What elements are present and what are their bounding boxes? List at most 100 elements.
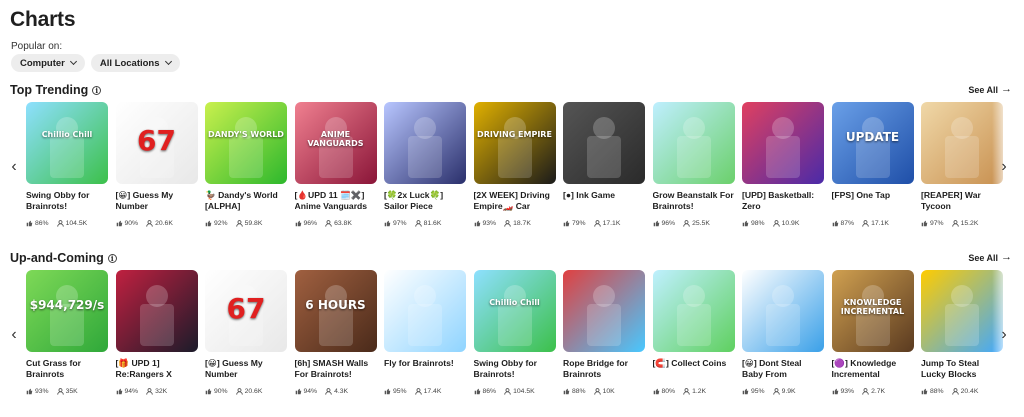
- game-card[interactable]: [🎁 UPD 1] Re:Rangers X 94% 32K: [115, 270, 198, 395]
- game-thumbnail[interactable]: Chillio Chill: [473, 270, 556, 352]
- game-title[interactable]: [🧲] Collect Coins: [653, 358, 735, 380]
- game-thumbnail[interactable]: [384, 102, 466, 184]
- game-thumbnail[interactable]: [652, 270, 735, 352]
- see-all-label: See All: [968, 84, 998, 95]
- info-icon[interactable]: i: [107, 253, 117, 263]
- game-title[interactable]: [🟣] Knowledge Incremental: [832, 358, 914, 380]
- player-count: 104.5K: [65, 220, 88, 227]
- game-card[interactable]: [UPD] Basketball: Zero 98% 10.9K: [742, 102, 824, 227]
- game-thumbnail[interactable]: 67: [205, 270, 287, 352]
- player-count: 17.4K: [423, 388, 442, 395]
- carousel-prev-button[interactable]: ‹: [6, 102, 22, 232]
- game-thumbnail[interactable]: DANDY'S WORLD: [205, 102, 287, 184]
- game-title[interactable]: Fly for Brainrots!: [384, 358, 466, 380]
- game-title[interactable]: Cut Grass for Brainrots: [26, 358, 108, 380]
- game-thumbnail[interactable]: $944,729/s: [26, 270, 108, 352]
- players-stat: 20.6K: [146, 220, 173, 227]
- thumbnail-art-text: 67: [226, 292, 266, 325]
- game-thumbnail[interactable]: [921, 270, 1003, 352]
- game-card[interactable]: $944,729/s Cut Grass for Brainrots 93% 35K: [26, 270, 108, 395]
- thumbs-up-icon: [474, 388, 480, 395]
- game-thumbnail[interactable]: [563, 102, 645, 184]
- carousel-next-button[interactable]: ›: [996, 270, 1012, 400]
- game-stats: 98% 10.9K: [742, 220, 824, 227]
- game-card[interactable]: [REAPER] War Tycoon 97% 15.2K: [921, 102, 1003, 227]
- person-icon: [325, 220, 332, 227]
- game-title[interactable]: Rope Bridge for Brainrots: [563, 358, 645, 380]
- game-stats: 93% 18.7K: [474, 220, 556, 227]
- game-title[interactable]: [●] Ink Game: [563, 190, 645, 212]
- carousel-next-button[interactable]: ›: [996, 102, 1012, 232]
- game-title[interactable]: [FPS] One Tap: [832, 190, 914, 212]
- game-stats: 87% 17.1K: [832, 220, 914, 227]
- game-title[interactable]: [🩸UPD 11 🗓️✖️] Anime Vanguards: [295, 190, 377, 212]
- player-count: 18.7K: [513, 220, 531, 227]
- game-thumbnail[interactable]: UPDATE: [831, 102, 914, 184]
- game-card[interactable]: Fly for Brainrots! 95% 17.4K: [384, 270, 466, 395]
- game-title[interactable]: [😀] Guess My Number: [205, 358, 287, 380]
- game-thumbnail[interactable]: Chillio Chill: [26, 102, 108, 184]
- game-card[interactable]: [😀] Dont Steal Baby From 95% 9.9K: [742, 270, 824, 395]
- game-card[interactable]: DANDY'S WORLD 🦆 Dandy's World [ALPHA] 92% 5…: [205, 102, 287, 227]
- game-card[interactable]: 67 [😀] Guess My Number 90% 20.6K: [205, 270, 287, 395]
- game-thumbnail[interactable]: 6 HOURS: [294, 270, 377, 352]
- thumbnail-art-text: Chillio Chill: [41, 130, 93, 139]
- game-thumbnail[interactable]: DRIVING EMPIRE: [473, 102, 556, 184]
- game-thumbnail[interactable]: [921, 102, 1003, 184]
- game-card[interactable]: KNOWLEDGE INCREMENTAL [🟣] Knowledge Incre…: [831, 270, 914, 395]
- game-thumbnail[interactable]: [652, 102, 735, 184]
- game-title[interactable]: [6h] SMASH Walls For Brainrots!: [295, 358, 377, 380]
- game-thumbnail[interactable]: 67: [115, 102, 198, 184]
- game-title[interactable]: [😀] Dont Steal Baby From: [742, 358, 824, 380]
- section-header: Top Trending i: [10, 83, 102, 97]
- game-card[interactable]: [●] Ink Game 79% 17.1K: [563, 102, 645, 227]
- game-thumbnail[interactable]: [742, 102, 824, 184]
- game-thumbnail[interactable]: [742, 270, 824, 352]
- game-card[interactable]: UPDATE [FPS] One Tap 87% 17.1K: [831, 102, 914, 227]
- game-card[interactable]: [🧲] Collect Coins 80% 1.2K: [652, 270, 735, 395]
- players-stat: 10.9K: [772, 220, 799, 227]
- game-title[interactable]: Jump To Steal Lucky Blocks: [921, 358, 1003, 380]
- game-title[interactable]: 🦆 Dandy's World [ALPHA]: [205, 190, 287, 212]
- thumbs-up-icon: [474, 220, 480, 227]
- game-title[interactable]: [2X WEEK] Driving Empire🏎️ Car: [474, 190, 556, 212]
- game-title[interactable]: Grow Beanstalk For Brainrots!: [653, 190, 735, 212]
- game-card[interactable]: Chillio Chill Swing Obby for Brainrots! 86…: [473, 270, 556, 395]
- person-icon: [683, 388, 690, 395]
- location-filter-dropdown[interactable]: All Locations: [90, 54, 180, 72]
- game-card[interactable]: 6 HOURS [6h] SMASH Walls For Brainrots! 94…: [294, 270, 377, 395]
- game-card[interactable]: DRIVING EMPIRE [2X WEEK] Driving Empire🏎️…: [473, 102, 556, 227]
- see-all-link[interactable]: See All →: [968, 84, 1012, 95]
- game-thumbnail[interactable]: [384, 270, 466, 352]
- thumbs-up-icon: [653, 388, 659, 395]
- game-card[interactable]: 67 [😀] Guess My Number 90% 20.6K: [115, 102, 198, 227]
- game-title[interactable]: Swing Obby for Brainrots!: [474, 358, 556, 380]
- game-card[interactable]: Chillio Chill Swing Obby for Brainrots! 86…: [26, 102, 108, 227]
- game-card[interactable]: Rope Bridge for Brainrots 88% 10K: [563, 270, 645, 395]
- game-title[interactable]: Swing Obby for Brainrots!: [26, 190, 108, 212]
- rating-stat: 96%: [295, 220, 317, 227]
- see-all-link[interactable]: See All →: [968, 252, 1012, 263]
- game-title[interactable]: [🎁 UPD 1] Re:Rangers X: [116, 358, 198, 380]
- info-icon[interactable]: i: [92, 85, 102, 95]
- game-title[interactable]: [🍀2x Luck🍀] Sailor Piece: [384, 190, 466, 212]
- game-title[interactable]: [REAPER] War Tycoon: [921, 190, 1003, 212]
- carousel-prev-button[interactable]: ‹: [6, 270, 22, 400]
- player-count: 63.8K: [334, 220, 352, 227]
- game-thumbnail[interactable]: [115, 270, 198, 352]
- game-card[interactable]: Jump To Steal Lucky Blocks 88% 20.4K: [921, 270, 1003, 395]
- game-title[interactable]: [UPD] Basketball: Zero: [742, 190, 824, 212]
- game-title[interactable]: [😀] Guess My Number: [116, 190, 198, 212]
- game-thumbnail[interactable]: ANIME VANGUARDS: [294, 102, 377, 184]
- device-filter-dropdown[interactable]: Computer: [11, 54, 85, 72]
- game-card[interactable]: ANIME VANGUARDS [🩸UPD 11 🗓️✖️] Anime Vang…: [294, 102, 377, 227]
- game-thumbnail[interactable]: KNOWLEDGE INCREMENTAL: [831, 270, 914, 352]
- players-stat: 20.6K: [235, 388, 262, 395]
- game-card[interactable]: [🍀2x Luck🍀] Sailor Piece 97% 81.6K: [384, 102, 466, 227]
- game-card[interactable]: Grow Beanstalk For Brainrots! 96% 25.5K: [652, 102, 735, 227]
- game-thumbnail[interactable]: [563, 270, 645, 352]
- rating-value: 97%: [393, 220, 407, 227]
- thumbs-up-icon: [832, 220, 838, 227]
- players-stat: 35K: [56, 388, 78, 395]
- chevron-down-icon: [164, 57, 172, 66]
